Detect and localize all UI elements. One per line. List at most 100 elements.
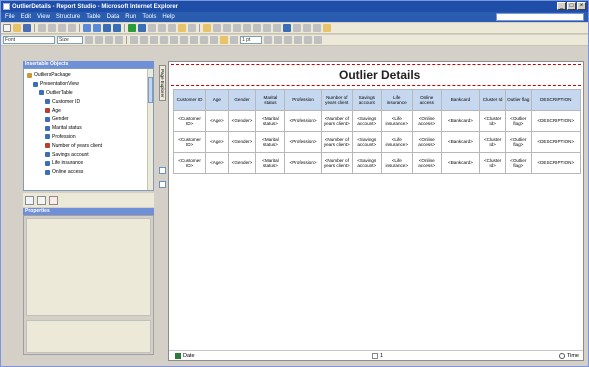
conditional-style-icon[interactable] [294, 36, 302, 44]
fill-color-icon[interactable] [220, 36, 228, 44]
column-header[interactable]: Age [205, 89, 229, 111]
copy-icon[interactable] [48, 24, 56, 32]
sort-icon[interactable] [213, 24, 221, 32]
table-cell[interactable]: <Gender> [227, 131, 257, 153]
menu-edit[interactable]: Edit [18, 14, 34, 20]
split-cells-icon[interactable] [284, 36, 292, 44]
column-header[interactable]: Customer ID [172, 89, 207, 111]
tree-item[interactable]: OutliersPackage [24, 71, 153, 80]
table-cell[interactable]: <Life insurance> [380, 131, 413, 153]
table-cell[interactable]: <Age> [205, 110, 229, 132]
align-right-icon[interactable] [150, 36, 158, 44]
column-header[interactable]: Marital status [255, 89, 286, 111]
tree-item[interactable]: PresentationView [24, 80, 153, 89]
query-icon[interactable] [138, 24, 146, 32]
table-cell[interactable]: <Number of years client> [320, 131, 353, 153]
table-cell[interactable]: <Customer ID> [172, 110, 207, 132]
column-header[interactable]: Online access [411, 89, 442, 111]
menu-view[interactable]: View [34, 14, 53, 20]
table-cell[interactable]: <Online access> [411, 131, 442, 153]
table-cell[interactable]: <Savings account> [351, 110, 382, 132]
title-bar[interactable]: OutlierDetails - Report Studio - Microso… [1, 1, 588, 12]
column-header[interactable]: Outlier flag [504, 89, 532, 111]
layout-icon[interactable] [113, 24, 121, 32]
table-cell[interactable]: <Profession> [284, 110, 322, 132]
tree-item[interactable]: OutlierTable [24, 89, 153, 98]
list-icon[interactable] [263, 24, 271, 32]
font-combo[interactable]: Font [3, 36, 55, 44]
source-tab-icon[interactable] [25, 195, 34, 205]
up-level-icon[interactable] [178, 24, 186, 32]
maximize-button[interactable]: □ [567, 2, 576, 10]
report-list-table[interactable]: Customer ID Age Gender Marital status Profes… [172, 89, 582, 174]
table-cell[interactable]: <Marital status> [255, 131, 286, 153]
cell-border-icon[interactable] [264, 36, 272, 44]
page-explorer-tab[interactable]: Page Explorer [159, 65, 166, 101]
open-icon[interactable] [13, 24, 21, 32]
merge-cells-icon[interactable] [274, 36, 282, 44]
tree-item[interactable]: Customer ID [24, 97, 153, 106]
options-icon[interactable] [313, 24, 321, 32]
table-cell[interactable]: <DESCRIPTION> [530, 110, 582, 132]
properties-icon[interactable] [303, 24, 311, 32]
table-cell[interactable]: <Bankcard> [440, 110, 481, 132]
properties-grid[interactable] [26, 218, 151, 316]
footer-date[interactable]: Date [175, 352, 195, 359]
justify-icon[interactable] [160, 36, 168, 44]
menu-help[interactable]: Help [159, 14, 177, 20]
table-cell[interactable]: <Cluster Id> [479, 131, 506, 153]
aggregate-icon[interactable] [223, 24, 231, 32]
font-size-combo[interactable]: Size [57, 36, 83, 44]
table-cell[interactable]: <Gender> [227, 152, 257, 174]
tree-item[interactable]: Marital status [24, 124, 153, 133]
border-icon[interactable] [170, 36, 178, 44]
pivot-icon[interactable] [273, 24, 281, 32]
table-cell[interactable]: <Life insurance> [380, 152, 413, 174]
view-icon[interactable] [103, 24, 111, 32]
table-cell[interactable]: <Profession> [284, 152, 322, 174]
table-cell[interactable]: <Age> [205, 152, 229, 174]
paste-icon[interactable] [58, 24, 66, 32]
tree-item[interactable]: Online access [24, 168, 153, 177]
table-cell[interactable]: <Number of years client> [320, 110, 353, 132]
table-cell[interactable]: <Savings account> [351, 131, 382, 153]
sum-icon[interactable] [233, 24, 241, 32]
table-cell[interactable]: <Outlier flag> [504, 131, 532, 153]
table-cell[interactable]: <Outlier flag> [504, 152, 532, 174]
padding-icon[interactable] [180, 36, 188, 44]
query-explorer-icon[interactable] [159, 181, 166, 188]
table-cell[interactable]: <Customer ID> [172, 152, 207, 174]
data-items-tab-icon[interactable] [37, 195, 46, 205]
column-header[interactable]: Cluster Id [479, 89, 506, 111]
align-left-icon[interactable] [130, 36, 138, 44]
menu-file[interactable]: File [2, 14, 18, 20]
size-icon[interactable] [200, 36, 208, 44]
save-icon[interactable] [23, 24, 31, 32]
group-icon[interactable] [188, 24, 196, 32]
tree-scrollbar-thumb[interactable] [148, 77, 153, 103]
toolbox-tab-icon[interactable] [49, 195, 58, 205]
underline-icon[interactable] [115, 36, 123, 44]
table-cell[interactable]: <Outlier flag> [504, 110, 532, 132]
filter-dropdown-icon[interactable] [148, 24, 156, 32]
align-center-icon[interactable] [140, 36, 148, 44]
tree-item[interactable]: Profession [24, 133, 153, 142]
insert-icon[interactable] [293, 24, 301, 32]
margin-icon[interactable] [190, 36, 198, 44]
crosstab-icon[interactable] [253, 24, 261, 32]
menu-structure[interactable]: Structure [53, 14, 83, 20]
column-header[interactable]: Profession [284, 89, 322, 111]
format-data-icon[interactable] [314, 36, 322, 44]
minimize-button[interactable]: _ [557, 2, 566, 10]
table-cell[interactable]: <Cluster Id> [479, 152, 506, 174]
new-icon[interactable] [3, 24, 11, 32]
tree-scrollbar[interactable] [147, 69, 153, 190]
nav-back-icon[interactable] [158, 24, 166, 32]
column-header[interactable]: Bankcard [440, 89, 481, 111]
table-cell[interactable]: <Online access> [411, 152, 442, 174]
tree-item[interactable]: Age [24, 106, 153, 115]
page-explorer-icon[interactable] [159, 167, 166, 174]
tree-item[interactable]: Life insurance [24, 159, 153, 168]
table-cell[interactable]: <Bankcard> [440, 152, 481, 174]
table-cell[interactable]: <DESCRIPTION> [530, 152, 582, 174]
